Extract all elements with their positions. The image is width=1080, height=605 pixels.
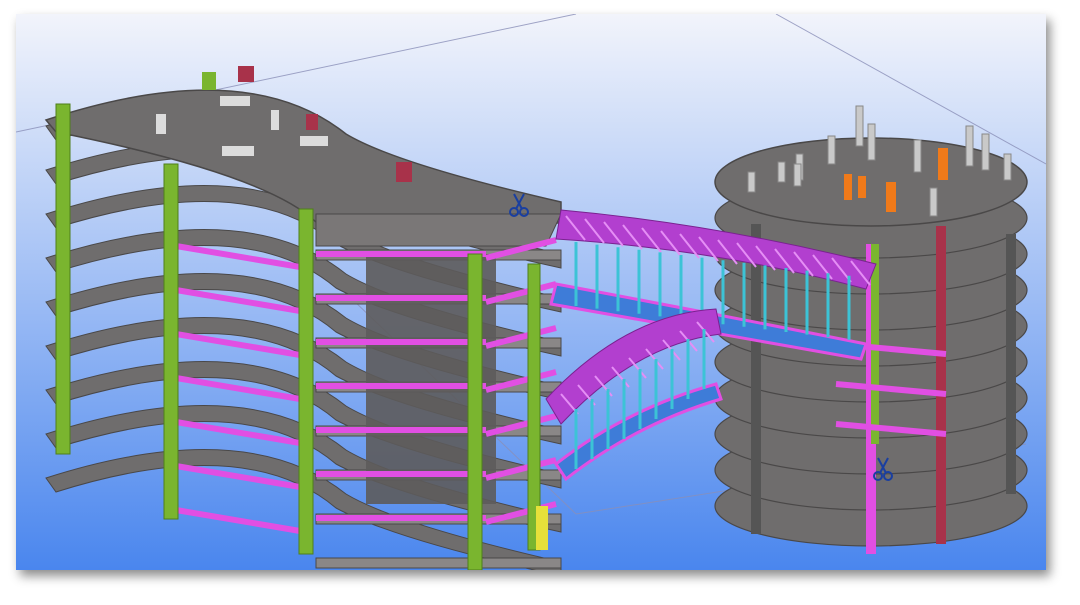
roof-post xyxy=(1003,153,1012,181)
roof-stub-red xyxy=(396,162,412,182)
office-floor-edge xyxy=(315,557,562,569)
roof-post xyxy=(965,125,974,167)
roof-stub-white xyxy=(300,136,328,146)
model-scene[interactable] xyxy=(16,14,1046,570)
roof-post xyxy=(855,105,864,147)
roof-post xyxy=(913,139,922,173)
roof-post xyxy=(867,123,876,161)
roof-post xyxy=(777,161,786,183)
roof-post xyxy=(929,187,938,217)
roof-stub-white xyxy=(222,146,254,156)
roof-stub-green xyxy=(202,72,216,90)
roof-stub-white xyxy=(220,96,250,106)
roof-post xyxy=(793,163,802,187)
structural-column xyxy=(298,208,314,555)
structural-column xyxy=(163,163,179,520)
roof-stub-white xyxy=(156,114,166,134)
yellow-post xyxy=(536,506,548,550)
roof-post xyxy=(747,171,756,193)
roof-stub-orange xyxy=(844,174,852,200)
3d-model-viewport[interactable] xyxy=(16,14,1046,570)
structural-column xyxy=(55,103,71,455)
tower-column xyxy=(936,226,946,544)
roof-post xyxy=(981,133,990,171)
tower-column xyxy=(751,224,761,534)
roof-stub-orange xyxy=(938,148,948,180)
office-roof-front xyxy=(315,213,562,247)
roof-stub-orange xyxy=(886,182,896,212)
roof-stub-red xyxy=(306,114,318,130)
structural-column xyxy=(467,253,483,570)
roof-stub-orange xyxy=(858,176,866,198)
tower-column xyxy=(1006,234,1016,494)
roof-stub-white xyxy=(271,110,279,130)
roof-stub-red xyxy=(238,66,254,82)
roof-post xyxy=(827,135,836,165)
